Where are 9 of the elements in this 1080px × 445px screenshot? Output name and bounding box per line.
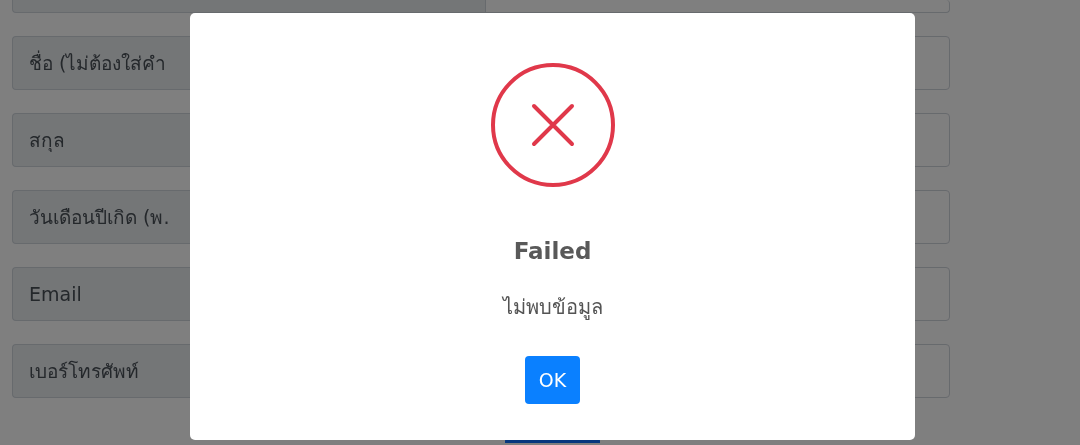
error-icon: [489, 62, 616, 188]
dialog-message: ไม่พบข้อมูล: [502, 294, 603, 322]
field-label: เบอร์โทรศัพท์: [29, 359, 139, 384]
field-label: Email: [29, 283, 82, 305]
dialog-title: Failed: [513, 238, 592, 264]
field-label: วันเดือนปีเกิด (พ.: [29, 205, 170, 230]
field-label: สกุล: [29, 128, 65, 154]
field-label: ชื่อ (ไม่ต้องใส่คำ: [29, 49, 167, 76]
ok-button[interactable]: OK: [524, 356, 581, 404]
